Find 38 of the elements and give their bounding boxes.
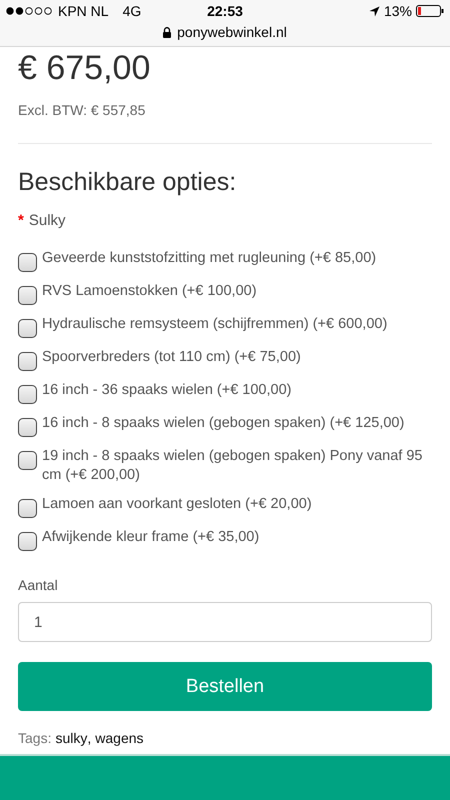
option-label: 16 inch - 36 spaaks wielen (+€ 100,00) [42,381,292,400]
tag-link[interactable]: sulky [55,730,88,746]
checkbox[interactable] [18,418,37,437]
option-label: 16 inch - 8 spaaks wielen (gebogen spaken) (+€ 125,00) [42,414,404,433]
required-mark: * [18,212,24,229]
checkbox[interactable] [18,451,37,470]
price-excl-vat: Excl. BTW: € 557,85 [18,102,146,118]
lock-icon [163,26,172,38]
clock-time: 22:53 [207,3,243,19]
option-label: Hydraulische remsysteem (schijfremmen) (+€ 600,00) [42,315,388,334]
quantity-field[interactable]: 1 [18,602,432,642]
checkbox[interactable] [18,385,37,404]
checkbox[interactable] [18,253,37,272]
tags-label: Tags: [18,730,52,746]
option-label: 19 inch - 8 spaaks wielen (gebogen spaken) Pony vanaf 95 cm (+€ 200,00) [42,447,424,485]
checkbox[interactable] [18,286,37,305]
checkbox[interactable] [18,319,37,338]
option-group-label: Sulky [28,212,66,229]
tag-link[interactable]: wagens [95,730,144,746]
url-text[interactable]: ponywebwinkel.nl [177,24,287,40]
checkbox[interactable] [18,532,37,551]
options-heading: Beschikbare opties: [18,168,238,197]
network-type: 4G [122,3,142,19]
price: € 675,00 [18,48,152,88]
option-label: Spoorverbreders (tot 110 cm) (+€ 75,00) [42,348,301,367]
option-label: Lamoen aan voorkant gesloten (+€ 20,00) [42,495,312,514]
quantity-label: Aantal [18,577,59,593]
checkbox[interactable] [18,499,37,518]
option-label: Afwijkende kleur frame (+€ 35,00) [42,528,260,547]
signal-icon [6,7,54,15]
option-label: RVS Lamoenstokken (+€ 100,00) [42,282,257,301]
carrier-name: KPN NL [58,3,109,19]
option-label: Geveerde kunststofzitting met rugleuning (+€ 85,00) [42,249,376,268]
location-arrow-icon [368,6,380,16]
battery-icon [416,5,444,17]
battery-percentage: 13% [384,3,412,19]
tag-separator: , [87,730,92,746]
checkbox[interactable] [18,352,37,371]
